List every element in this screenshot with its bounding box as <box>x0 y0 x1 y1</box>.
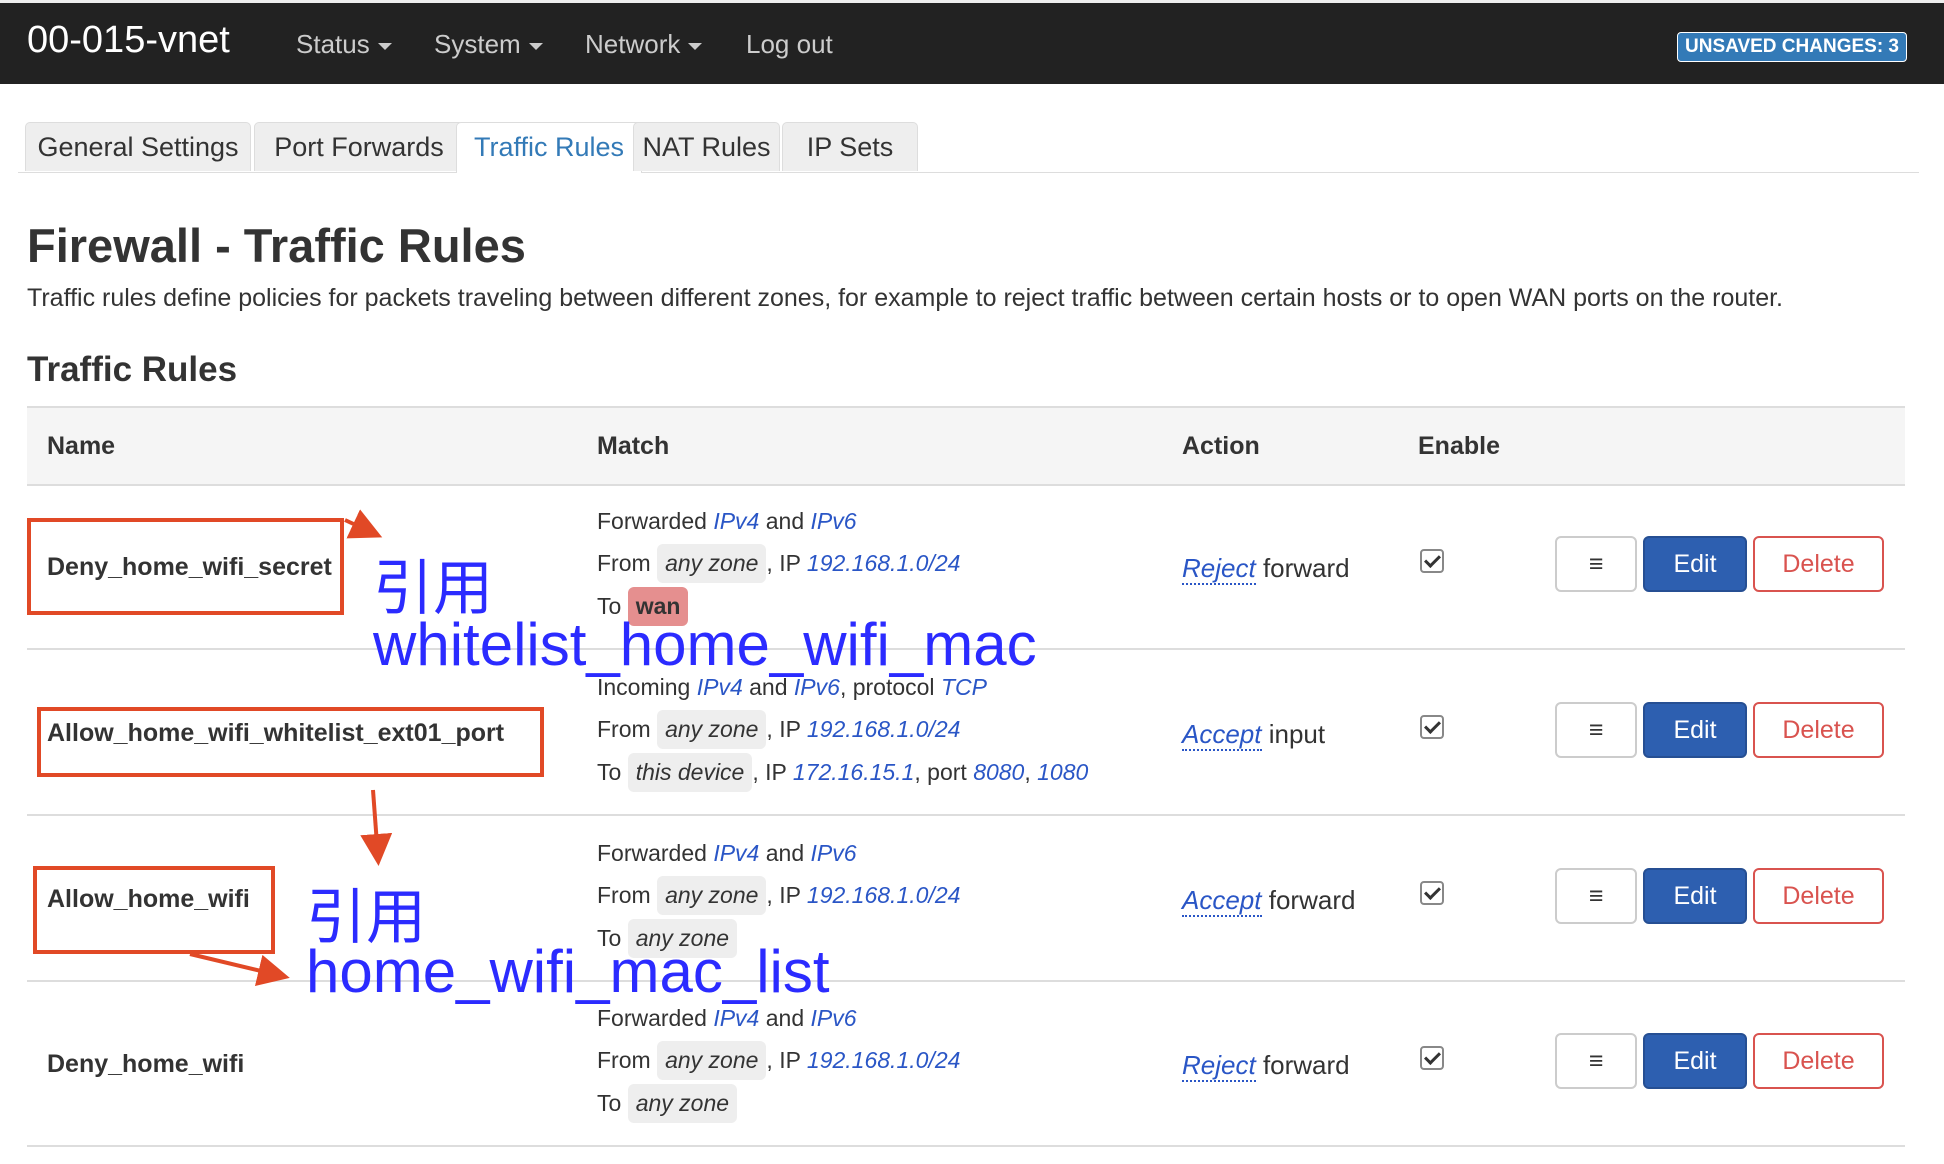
annotation-text: whitelist_home_wifi_mac <box>373 611 1037 678</box>
annotation-text: home_wifi_mac_list <box>306 938 830 1005</box>
annotation-arrows <box>189 509 393 986</box>
arrow-icon <box>189 952 290 986</box>
arrow-icon <box>344 509 383 539</box>
arrow-icon <box>360 789 393 866</box>
